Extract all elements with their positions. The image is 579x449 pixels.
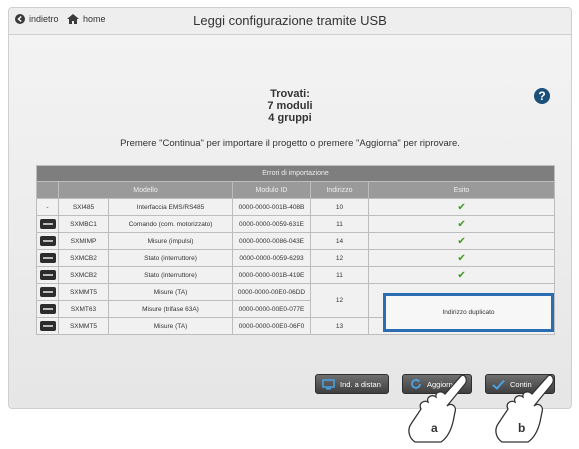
row-module-id: 0000-0000-0086-043E xyxy=(232,232,311,250)
module-icon xyxy=(39,304,56,314)
callout-a: a xyxy=(431,421,438,435)
row-description: Interfaccia EMS/RS485 xyxy=(108,198,233,216)
row-module-id: 0000-0000-0059-631E xyxy=(232,215,311,233)
row-description: Misure (TA) xyxy=(108,283,233,301)
header-icon xyxy=(36,181,59,199)
summary-groups: 4 gruppi xyxy=(268,112,312,124)
table-row: SXMCB2 Stato (interruttore) 0000-0000-0059… xyxy=(36,249,556,267)
row-module-id: 0000-0000-0059-6293 xyxy=(232,249,311,267)
row-result: ✔ xyxy=(367,215,556,233)
row-module-id: 0000-0000-00E0-06DD xyxy=(232,283,311,301)
row-model: SXMIMP xyxy=(58,232,109,250)
module-icon xyxy=(39,219,56,229)
ok-check-icon: ✔ xyxy=(457,218,466,230)
module-icon xyxy=(39,321,56,331)
row-model: SXMCB2 xyxy=(58,249,109,267)
summary-found: Trovati: xyxy=(270,88,310,100)
row-model: SXMBC1 xyxy=(58,215,109,233)
row-icon-cell xyxy=(36,317,59,335)
row-description: Stato (interruttore) xyxy=(108,266,233,284)
ok-check-icon: ✔ xyxy=(457,235,466,247)
row-model: SXMCB2 xyxy=(58,266,109,284)
row-icon-cell xyxy=(36,249,59,267)
row-icon-cell xyxy=(36,215,59,233)
header-model: Modello xyxy=(58,181,233,199)
monitor-icon xyxy=(322,378,335,390)
row-address: 12 xyxy=(310,249,369,267)
row-description: Misure (impulsi) xyxy=(108,232,233,250)
row-icon-cell xyxy=(36,300,59,318)
row-address: 11 xyxy=(310,266,369,284)
row-address: 13 xyxy=(310,317,369,335)
row-result: ✔ xyxy=(367,266,556,284)
row-model: SXMMT5 xyxy=(58,317,109,335)
row-model: SXI485 xyxy=(58,198,109,216)
ok-check-icon: ✔ xyxy=(457,269,466,281)
duplicate-address-highlight: Indirizzo duplicato xyxy=(383,293,554,332)
summary: Trovati: 7 moduli 4 gruppi xyxy=(9,88,571,124)
callout-b: b xyxy=(518,421,526,435)
help-button[interactable]: ? xyxy=(534,88,550,104)
row-module-id: 0000-0000-001B-408B xyxy=(232,198,311,216)
row-model: SXMT63 xyxy=(58,300,109,318)
ok-check-icon: ✔ xyxy=(457,252,466,264)
row-icon-cell: - xyxy=(36,198,59,216)
row-address: 11 xyxy=(310,215,369,233)
row-address: 10 xyxy=(310,198,369,216)
row-module-id: 0000-0000-00E0-06F0 xyxy=(232,317,311,335)
module-icon xyxy=(39,270,56,280)
row-description: Misure (TA) xyxy=(108,317,233,335)
header-result: Esito xyxy=(367,181,556,199)
header-address: Indirizzo xyxy=(310,181,369,199)
row-icon-cell xyxy=(36,232,59,250)
row-description: Misure (trifase 63A) xyxy=(108,300,233,318)
usb-config-screen: indietro home Leggi configurazione trami… xyxy=(8,7,572,409)
table-row: - SXI485 Interfaccia EMS/RS485 0000-0000-00… xyxy=(36,198,556,216)
row-icon-cell xyxy=(36,283,59,301)
row-result: ✔ xyxy=(367,232,556,250)
table-caption: Errori di importazione xyxy=(35,165,556,182)
row-description: Comando (com. motorizzato) xyxy=(108,215,233,233)
row-address: 12 xyxy=(310,283,369,318)
module-icon xyxy=(39,236,56,246)
ok-check-icon: ✔ xyxy=(457,201,466,213)
table-row: SXMCB2 Stato (interruttore) 0000-0000-001B… xyxy=(36,266,556,284)
page-title: Leggi configurazione tramite USB xyxy=(193,13,387,28)
row-icon-cell xyxy=(36,266,59,284)
instruction-text: Premere "Continua" per importare il prog… xyxy=(120,138,460,149)
row-address: 14 xyxy=(310,232,369,250)
table-row: SXMBC1 Comando (com. motorizzato) 0000-000… xyxy=(36,215,556,233)
row-model: SXMMT5 xyxy=(58,283,109,301)
module-icon xyxy=(39,253,56,263)
row-description: Stato (interruttore) xyxy=(108,249,233,267)
remote-address-label: Ind. a distan xyxy=(340,379,381,389)
table-row: SXMIMP Misure (impulsi) 0000-0000-0086-043… xyxy=(36,232,556,250)
summary-modules: 7 moduli xyxy=(267,100,313,112)
row-module-id: 0000-0000-001B-419E xyxy=(232,266,311,284)
top-bar: indietro home Leggi configurazione trami… xyxy=(9,8,571,35)
module-icon xyxy=(39,287,56,297)
header-module-id: Modulo ID xyxy=(232,181,311,199)
row-module-id: 0000-0000-00E0-077E xyxy=(232,300,311,318)
remote-address-button[interactable]: Ind. a distan xyxy=(315,374,389,394)
row-result: ✔ xyxy=(367,249,556,267)
row-result: ✔ xyxy=(367,198,556,216)
